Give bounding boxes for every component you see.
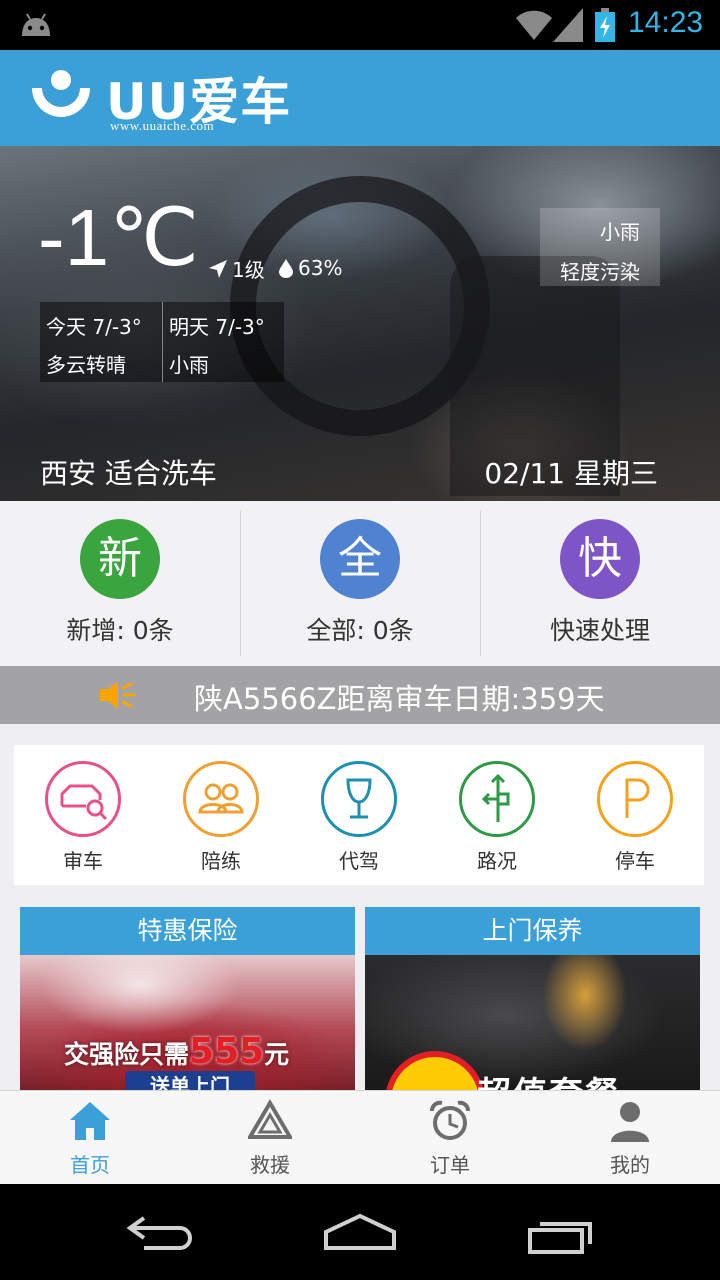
user-icon — [611, 1102, 649, 1142]
forecast-today-desc: 多云转晴 — [46, 353, 126, 377]
forecast-box: 今天 7/-3° 多云转晴 明天 7/-3° 小雨 — [40, 302, 284, 382]
stat-new-label: 新增: 0条 — [66, 616, 174, 645]
violation-stats: 新 新增: 0条 全 全部: 0条 快 快速处理 — [0, 501, 720, 666]
nav-rescue-label: 救援 — [250, 1153, 290, 1177]
forecast-today: 今天 7/-3° 多云转晴 — [40, 302, 162, 382]
promo-insurance-title: 特惠保险 — [20, 907, 355, 955]
clock: 14:23 — [628, 6, 704, 39]
humidity-info: 63% — [278, 256, 342, 280]
stat-new[interactable]: 新 新增: 0条 — [0, 501, 240, 666]
nav-orders[interactable]: 订单 — [360, 1091, 540, 1184]
service-training[interactable]: 陪练 — [152, 745, 290, 885]
humidity-value: 63% — [298, 256, 343, 280]
weather-condition: 小雨 — [600, 220, 640, 244]
all-badge-icon: 全 — [320, 519, 400, 599]
speaker-icon — [100, 681, 136, 709]
service-parking-label: 停车 — [615, 849, 655, 873]
service-traffic-label: 路况 — [477, 849, 517, 873]
road-sign-icon — [459, 761, 535, 837]
logo-url: www.uuaiche.com — [110, 118, 215, 133]
promo-insurance-text: 交强险只需555元 — [64, 1031, 289, 1072]
status-bar: 14:23 — [0, 0, 720, 50]
nav-home[interactable]: 首页 — [0, 1091, 180, 1184]
service-designated-driver-label: 代驾 — [339, 849, 379, 873]
forecast-tomorrow: 明天 7/-3° 小雨 — [162, 302, 284, 382]
home-button-icon[interactable] — [322, 1212, 398, 1252]
promo-insurance-text-b: 元 — [264, 1040, 290, 1069]
location-wash-advice: 西安 适合洗车 — [40, 457, 217, 490]
wind-direction-icon — [209, 259, 227, 278]
notice-text: 陕A5566Z距离审车日期:359天 — [194, 682, 605, 716]
stat-all[interactable]: 全 全部: 0条 — [240, 501, 480, 666]
service-designated-driver[interactable]: 代驾 — [290, 745, 428, 885]
water-drop-icon — [279, 259, 293, 278]
shell-logo-icon — [385, 1051, 485, 1090]
forecast-tomorrow-desc: 小雨 — [169, 353, 209, 377]
date-weekday: 02/11 星期三 — [484, 457, 658, 490]
wind-level: 1级 — [232, 258, 265, 282]
forecast-tomorrow-temp: 明天 7/-3° — [169, 315, 265, 339]
nav-rescue[interactable]: 救援 — [180, 1091, 360, 1184]
wind-info: 1级 — [208, 254, 265, 283]
promo-maintenance-text: 超值套餐 — [477, 1067, 621, 1090]
air-quality-box: 小雨 轻度污染 — [540, 208, 660, 286]
back-icon[interactable] — [124, 1212, 196, 1252]
nav-orders-label: 订单 — [430, 1153, 470, 1177]
recent-apps-icon[interactable] — [526, 1212, 596, 1256]
service-grid: 审车 陪练 代驾 路况 停车 — [14, 745, 704, 885]
service-traffic[interactable]: 路况 — [428, 745, 566, 885]
promo-maintenance[interactable]: 上门保养 超值套餐 — [365, 907, 700, 1090]
parking-icon — [597, 761, 673, 837]
promo-maintenance-title: 上门保养 — [365, 907, 700, 955]
car-search-icon — [45, 761, 121, 837]
stat-quick[interactable]: 快 快速处理 — [480, 501, 720, 666]
warning-triangle-icon — [248, 1099, 292, 1139]
stat-all-label: 全部: 0条 — [306, 616, 414, 645]
quick-badge-icon: 快 — [560, 519, 640, 599]
home-icon — [70, 1102, 110, 1140]
people-icon — [183, 761, 259, 837]
nav-home-label: 首页 — [70, 1153, 110, 1177]
service-inspection[interactable]: 审车 — [14, 745, 152, 885]
new-badge-icon: 新 — [80, 519, 160, 599]
stat-quick-label: 快速处理 — [549, 616, 650, 645]
nav-profile-label: 我的 — [610, 1153, 650, 1177]
battery-icon — [595, 8, 615, 42]
alarm-clock-icon — [430, 1100, 470, 1140]
promo-insurance[interactable]: 特惠保险 交强险只需555元 送单上门 — [20, 907, 355, 1090]
promo-insurance-price: 555 — [189, 1031, 265, 1072]
bottom-nav: 首页 救援 订单 我的 — [0, 1090, 720, 1184]
notice-bar[interactable]: 陕A5566Z距离审车日期:359天 — [0, 666, 720, 724]
wifi-icon — [516, 10, 552, 41]
promo-insurance-image: 交强险只需555元 送单上门 — [20, 955, 355, 1090]
promo-maintenance-image: 超值套餐 — [365, 955, 700, 1090]
logo-icon — [32, 70, 90, 117]
service-inspection-label: 审车 — [63, 849, 103, 873]
temperature: -1℃ — [38, 193, 199, 282]
nav-profile[interactable]: 我的 — [540, 1091, 720, 1184]
promo-insurance-tag: 送单上门 — [125, 1071, 255, 1090]
signal-icon — [553, 8, 583, 42]
forecast-today-temp: 今天 7/-3° — [46, 315, 142, 339]
service-training-label: 陪练 — [201, 849, 241, 873]
service-parking[interactable]: 停车 — [566, 745, 704, 885]
android-icon — [22, 13, 50, 36]
promo-insurance-text-a: 交强险只需 — [64, 1040, 190, 1069]
app-header: UU爱车 www.uuaiche.com — [0, 50, 720, 146]
weather-panel[interactable]: -1℃ 1级 63% 小雨 轻度污染 今天 7/-3° 多云转晴 明天 7/-3… — [0, 146, 720, 501]
system-nav-bar — [0, 1184, 720, 1280]
air-quality: 轻度污染 — [560, 260, 640, 284]
wine-glass-icon — [321, 761, 397, 837]
